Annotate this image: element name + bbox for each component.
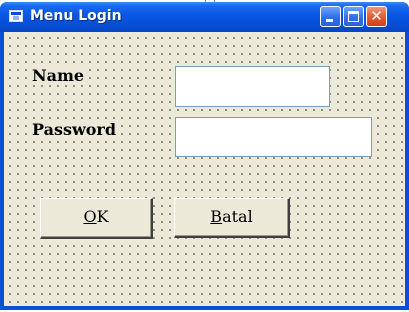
- maximize-button[interactable]: [343, 6, 364, 27]
- name-input[interactable]: [175, 66, 330, 107]
- form-area: Name Password OK Batal: [4, 32, 405, 306]
- ok-label: K: [96, 207, 109, 226]
- minimize-button[interactable]: [320, 6, 341, 27]
- login-window: Menu Login ✕ Name Password OK Batal: [0, 2, 409, 310]
- app-icon[interactable]: [9, 10, 23, 22]
- password-input[interactable]: [175, 117, 372, 157]
- close-icon: ✕: [370, 7, 383, 25]
- minimize-icon: [326, 19, 333, 22]
- name-label: Name: [30, 66, 87, 85]
- ok-button[interactable]: OK: [40, 198, 153, 239]
- password-label: Password: [30, 120, 119, 139]
- ok-accelerator: O: [83, 207, 97, 226]
- maximize-icon: [348, 11, 359, 22]
- close-button[interactable]: ✕: [366, 6, 387, 27]
- title-bar[interactable]: Menu Login ✕: [0, 2, 409, 32]
- batal-label: atal: [222, 207, 253, 226]
- batal-button[interactable]: Batal: [174, 198, 290, 238]
- batal-accelerator: B: [210, 207, 223, 226]
- window-title: Menu Login: [30, 8, 122, 24]
